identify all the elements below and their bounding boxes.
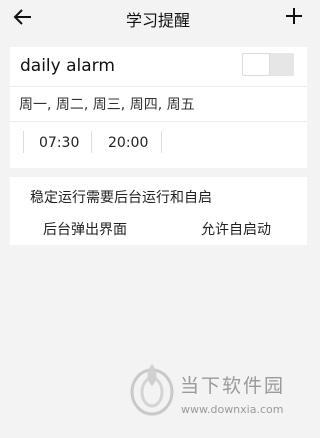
- allow-autostart-button[interactable]: 允许自启动: [201, 219, 271, 239]
- alarm-days[interactable]: 周一, 周二, 周三, 周四, 周五: [19, 94, 195, 114]
- background-popup-button[interactable]: 后台弹出界面: [43, 219, 127, 239]
- watermark-url: www.downxia.com: [181, 403, 284, 416]
- plus-icon[interactable]: [284, 6, 304, 26]
- time-divider: [161, 131, 162, 153]
- alarm-card: daily alarm 周一, 周二, 周三, 周四, 周五 07:30 20:…: [10, 47, 307, 168]
- watermark-logo: [130, 364, 174, 416]
- background-notice-text: 稳定运行需要后台运行和自启: [30, 190, 212, 206]
- alarm-time-1[interactable]: 07:30: [39, 135, 79, 151]
- app-header: 学习提醒: [0, 0, 316, 34]
- divider: [10, 86, 307, 87]
- divider: [10, 121, 307, 122]
- page-title: 学习提醒: [125, 11, 190, 30]
- alarm-toggle[interactable]: [242, 53, 294, 76]
- toggle-knob: [242, 53, 270, 76]
- time-divider: [91, 131, 92, 153]
- time-divider: [23, 131, 24, 153]
- alarm-time-2[interactable]: 20:00: [108, 135, 148, 151]
- watermark-text: 当下软件园: [180, 375, 286, 397]
- alarm-name: daily alarm: [20, 56, 115, 76]
- background-notice-card: 稳定运行需要后台运行和自启 后台弹出界面 允许自启动: [10, 177, 307, 245]
